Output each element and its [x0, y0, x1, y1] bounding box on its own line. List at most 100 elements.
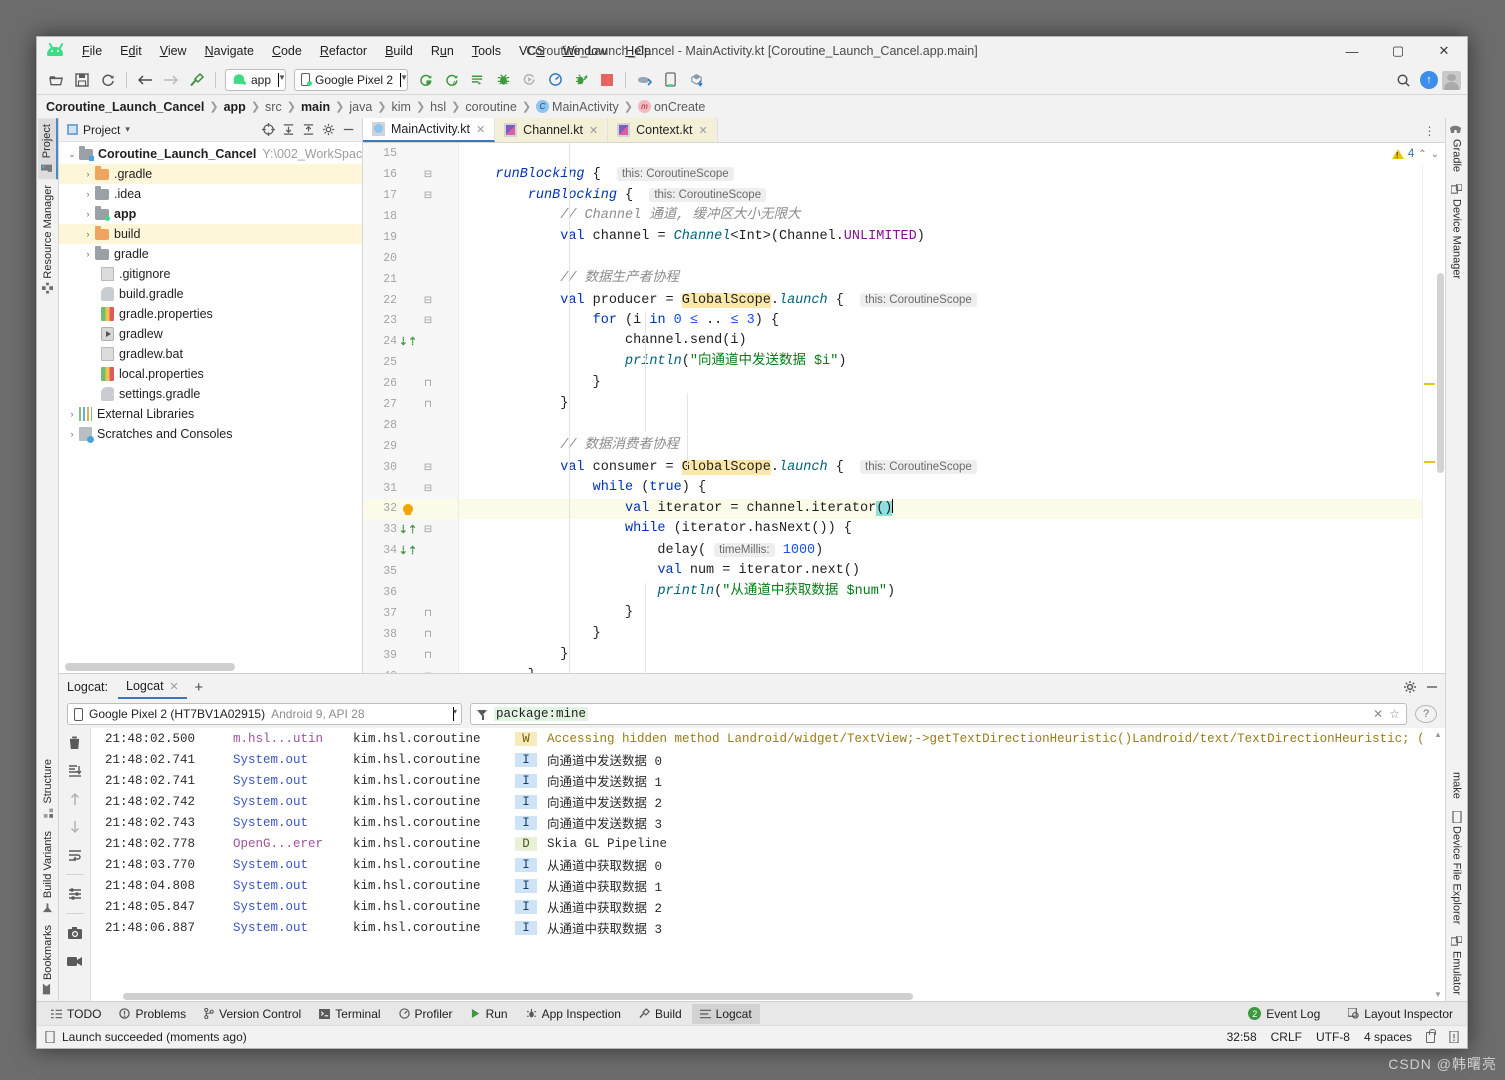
close-icon[interactable]: ✕ — [170, 680, 179, 693]
logcat-tab[interactable]: Logcat ✕ — [118, 675, 187, 699]
tab-context-kt[interactable]: Context.kt ✕ — [608, 118, 718, 143]
device-manager-icon[interactable] — [658, 68, 682, 92]
collapse-all-icon[interactable] — [298, 120, 318, 140]
inspection-icon[interactable] — [1449, 1031, 1459, 1043]
menu-file[interactable]: File — [73, 40, 111, 62]
sidebar-item-device-file-explorer[interactable]: Device File Explorer — [1448, 805, 1466, 930]
breadcrumb-item-project[interactable]: Coroutine_Launch_Cancel — [46, 100, 204, 114]
run-configuration-combo[interactable]: app ▼ — [225, 68, 287, 91]
previous-occurrence-icon[interactable] — [66, 790, 84, 808]
fold-icon[interactable]: ⊓ — [419, 608, 437, 619]
chevron-right-icon[interactable]: › — [65, 429, 79, 439]
tree-item-root[interactable]: ⌄ Coroutine_Launch_Cancel Y:\002_WorkSpa… — [59, 144, 362, 164]
fold-icon[interactable]: ⊓ — [419, 399, 437, 410]
clear-logcat-icon[interactable] — [66, 734, 84, 752]
bottom-tab-terminal[interactable]: Terminal — [311, 1004, 388, 1024]
fold-icon[interactable]: ⊟ — [419, 524, 437, 535]
fold-icon[interactable]: ⊟ — [419, 315, 437, 326]
next-problem-icon[interactable]: ⌄ — [1431, 149, 1439, 160]
breadcrumb-item-kim[interactable]: kim — [392, 100, 411, 114]
search-icon[interactable] — [1391, 68, 1415, 92]
screen-record-icon[interactable] — [66, 952, 84, 970]
sidebar-item-structure[interactable]: Structure — [39, 753, 57, 825]
stop-icon[interactable] — [595, 68, 619, 92]
chevron-right-icon[interactable]: › — [81, 189, 95, 199]
line-separator[interactable]: CRLF — [1271, 1030, 1302, 1044]
scroll-to-end-icon[interactable] — [66, 762, 84, 780]
fold-icon[interactable]: ⊟ — [419, 462, 437, 473]
menu-refactor[interactable]: Refactor — [311, 40, 376, 62]
tree-item-gradlew[interactable]: gradlew — [59, 324, 362, 344]
apply-changes-icon[interactable]: A — [439, 68, 463, 92]
menu-navigate[interactable]: Navigate — [196, 40, 263, 62]
fold-icon[interactable]: ⊓ — [419, 378, 437, 389]
chevron-right-icon[interactable]: › — [65, 409, 79, 419]
lock-icon[interactable] — [1426, 1028, 1436, 1043]
chevron-right-icon[interactable]: › — [81, 169, 95, 179]
profiler-icon[interactable] — [543, 68, 567, 92]
chevron-right-icon[interactable]: › — [81, 229, 95, 239]
sidebar-item-resource-manager[interactable]: Resource Manager — [39, 179, 57, 300]
tree-item-idea[interactable]: › .idea — [59, 184, 362, 204]
tree-item-app[interactable]: › app — [59, 204, 362, 224]
menu-tools[interactable]: Tools — [463, 40, 510, 62]
project-horizontal-scrollbar[interactable] — [65, 663, 235, 671]
chevron-down-icon[interactable]: ▾ — [125, 124, 130, 135]
bottom-tab-todo[interactable]: TODO — [43, 1004, 109, 1024]
close-icon[interactable]: ✕ — [698, 124, 707, 137]
menu-window[interactable]: Window — [554, 40, 616, 62]
sidebar-item-make[interactable]: make — [1448, 766, 1466, 805]
tree-item-gradle-properties[interactable]: gradle.properties — [59, 304, 362, 324]
suspend-call-icon[interactable]: ⇣⇡ — [399, 335, 417, 348]
tab-channel-kt[interactable]: Channel.kt ✕ — [495, 118, 609, 143]
code-area[interactable]: 15 16 ⊟ 17 ⊟ 18 19 20 21 22 ⊟ 23 ⊟ 24 ⇣⇡ 25 2… — [363, 143, 1445, 673]
tree-item-gradlew-bat[interactable]: gradlew.bat — [59, 344, 362, 364]
bottom-tab-problems[interactable]: Problems — [111, 1004, 194, 1024]
sidebar-item-emulator[interactable]: Emulator — [1448, 930, 1466, 1001]
fold-icon[interactable]: ⊓ — [419, 650, 437, 661]
hide-panel-icon[interactable] — [338, 120, 358, 140]
tree-item-build-gradle[interactable]: build.gradle — [59, 284, 362, 304]
project-panel-title-group[interactable]: Project ▾ — [63, 123, 130, 137]
bottom-tab-layout-inspector[interactable]: Layout Inspector — [1340, 1004, 1461, 1024]
bottom-tab-logcat[interactable]: Logcat — [691, 1003, 760, 1024]
tree-item-gradle-dir[interactable]: › .gradle — [59, 164, 362, 184]
tree-item-build[interactable]: › build — [59, 224, 362, 244]
chevron-down-icon[interactable]: ▼ — [400, 72, 408, 87]
bottom-tab-version-control[interactable]: Version Control — [196, 1004, 309, 1024]
warning-stripe-mark[interactable] — [1424, 383, 1435, 386]
fold-icon[interactable]: ⊟ — [419, 190, 437, 201]
sidebar-item-gradle[interactable]: Gradle — [1448, 118, 1466, 178]
maximize-button[interactable]: ▢ — [1375, 37, 1421, 65]
intention-bulb-icon[interactable] — [403, 503, 413, 515]
menu-vcs[interactable]: VCS — [510, 40, 554, 62]
indent-setting[interactable]: 4 spaces — [1364, 1030, 1412, 1044]
breadcrumb-item-oncreate[interactable]: onCreate — [654, 100, 705, 114]
forward-arrow-icon[interactable] — [159, 68, 183, 92]
menu-run[interactable]: Run — [422, 40, 463, 62]
hide-panel-icon[interactable] — [1425, 680, 1439, 694]
screenshot-icon[interactable] — [66, 924, 84, 942]
chevron-right-icon[interactable]: › — [81, 209, 95, 219]
suspend-call-icon[interactable]: ⇣⇡ — [399, 544, 417, 557]
avd-manager-icon[interactable] — [632, 68, 656, 92]
avatar[interactable] — [1442, 70, 1461, 90]
warning-stripe-mark[interactable] — [1424, 461, 1435, 464]
settings-gear-icon[interactable] — [1403, 680, 1417, 694]
save-icon[interactable] — [70, 68, 94, 92]
logcat-vertical-scrollbar[interactable]: ▲ ▼ — [1431, 728, 1445, 1001]
inspection-widget[interactable]: 4 ⌃ ⌄ — [1391, 143, 1445, 166]
sidebar-item-project[interactable]: Project — [37, 118, 58, 180]
editor-vertical-scrollbar[interactable] — [1436, 143, 1445, 673]
tree-item-gradle[interactable]: › gradle — [59, 244, 362, 264]
chevron-right-icon[interactable]: › — [81, 249, 95, 259]
breadcrumb-item-main[interactable]: main — [301, 100, 330, 114]
expand-all-icon[interactable] — [278, 120, 298, 140]
close-icon[interactable]: ✕ — [476, 123, 485, 136]
project-tree[interactable]: ⌄ Coroutine_Launch_Cancel Y:\002_WorkSpa… — [59, 142, 362, 673]
previous-problem-icon[interactable]: ⌃ — [1418, 149, 1426, 160]
select-opened-file-icon[interactable] — [258, 120, 278, 140]
menu-edit[interactable]: Edit — [111, 40, 151, 62]
sidebar-item-build-variants[interactable]: Build Variants — [39, 825, 57, 919]
scroll-down-icon[interactable]: ▼ — [1434, 990, 1442, 999]
